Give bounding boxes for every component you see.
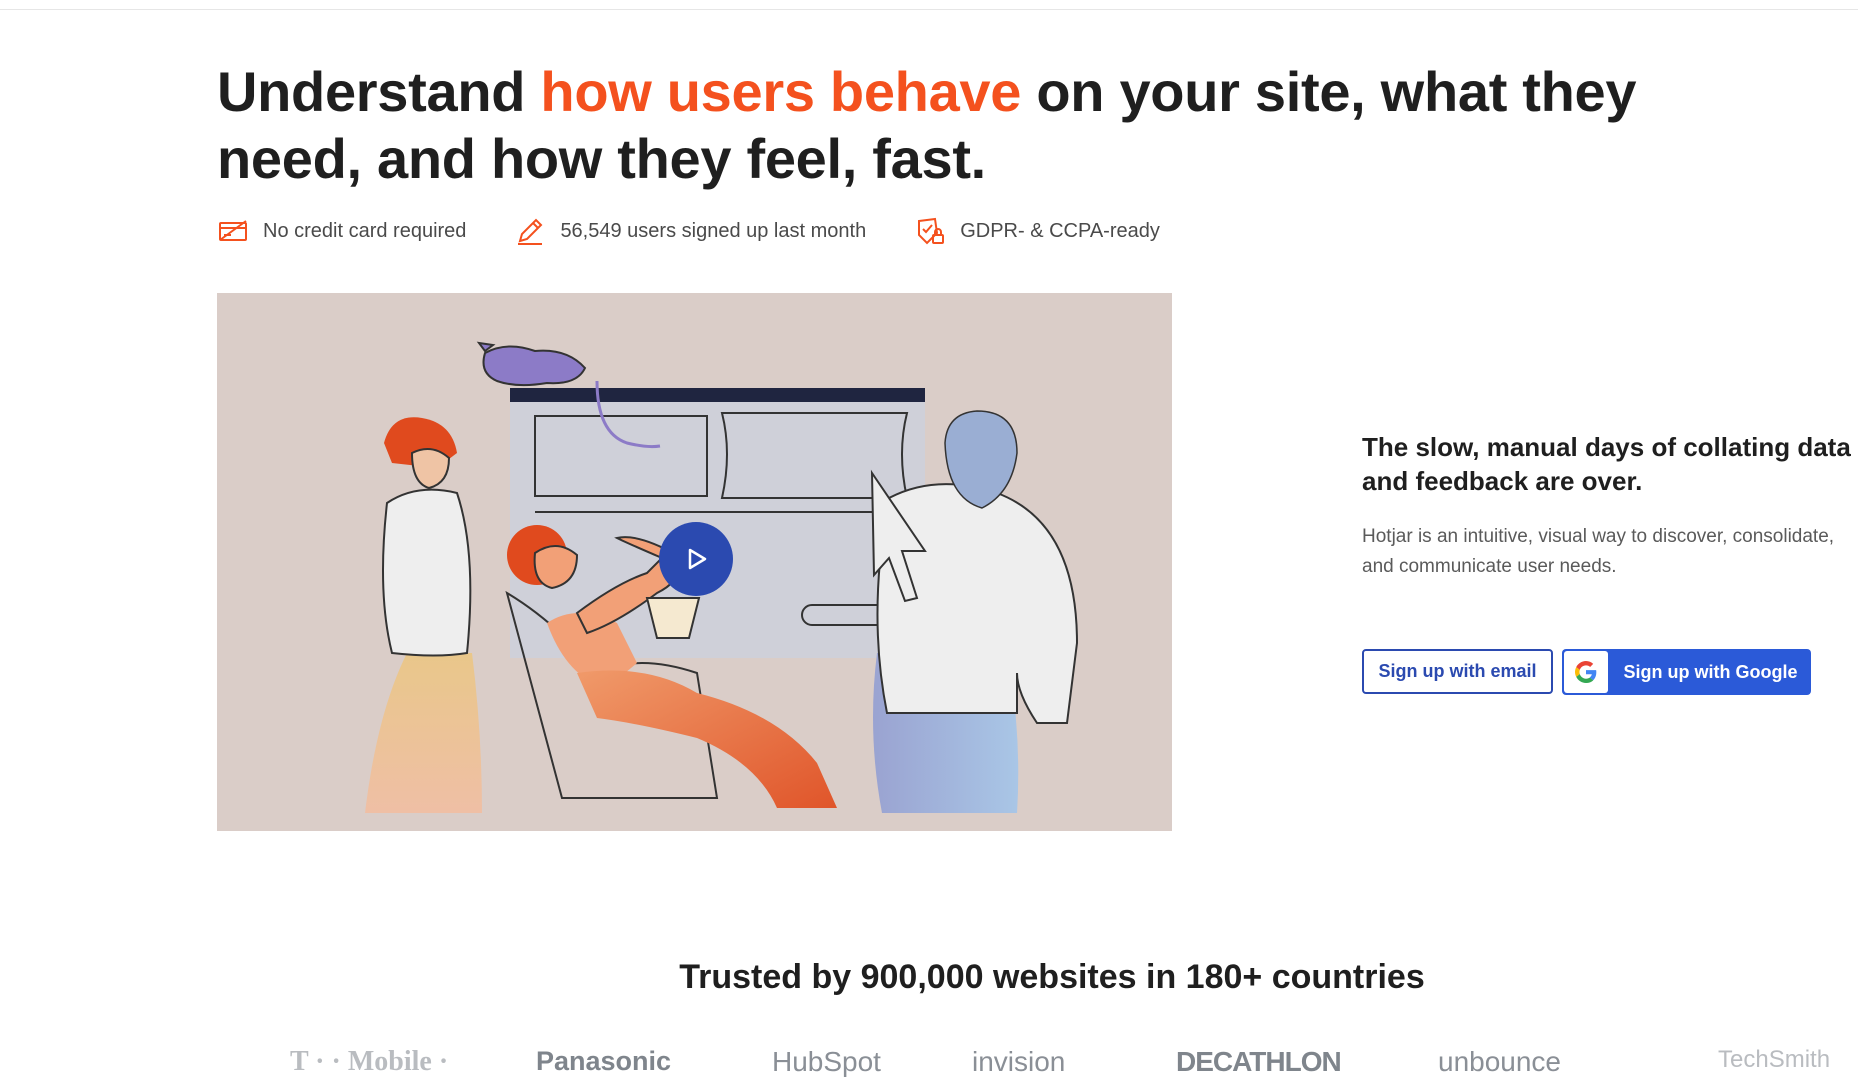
sign-up-email-label: Sign up with email	[1378, 661, 1537, 681]
trust-badges: No credit card required 56,549 users sig…	[217, 213, 1208, 249]
hero-title: Understand how users behave on your site…	[217, 58, 1717, 192]
logo-tmobile: T · · Mobile ·	[290, 1046, 449, 1077]
customer-logos: T · · Mobile · Panasonic HubSpot invisio…	[0, 1046, 1858, 1080]
logo-panasonic: Panasonic	[536, 1046, 672, 1076]
video-thumbnail[interactable]	[217, 293, 1172, 831]
side-heading: The slow, manual days of collating data …	[1362, 430, 1858, 498]
trusted-heading: Trusted by 900,000 websites in 180+ coun…	[679, 958, 1425, 996]
shield-lock-icon	[918, 217, 945, 245]
logo-invision: invision	[972, 1046, 1066, 1077]
badge-label: GDPR- & CCPA-ready	[960, 219, 1160, 242]
side-description-line: and communicate user needs.	[1362, 556, 1617, 577]
hero-title-part1: Understand	[217, 60, 541, 123]
side-description: Hotjar is an intuitive, visual way to di…	[1362, 522, 1858, 582]
side-heading-line: The slow, manual days of collating data	[1362, 432, 1851, 462]
pencil-icon	[518, 218, 543, 245]
logo-decathlon: DECATHLON	[1176, 1046, 1342, 1077]
side-heading-line: and feedback are over.	[1362, 466, 1643, 496]
sign-up-email-button[interactable]: Sign up with email	[1362, 649, 1553, 694]
credit-card-icon	[219, 220, 247, 241]
sign-up-google-label: Sign up with Google	[1623, 661, 1798, 682]
google-icon-box	[1564, 651, 1608, 693]
play-icon	[688, 548, 707, 570]
google-icon	[1575, 661, 1597, 683]
logo-unbounce: unbounce	[1438, 1046, 1562, 1077]
sign-up-google-button[interactable]: Sign up with Google	[1562, 649, 1811, 695]
badge-signups: 56,549 users signed up last month	[514, 215, 866, 247]
play-button[interactable]	[659, 522, 733, 596]
logo-hubspot: HubSpot	[772, 1046, 881, 1077]
badge-no-credit-card: No credit card required	[217, 215, 466, 247]
top-divider	[0, 0, 1858, 10]
logo-techsmith: TechSmith	[1718, 1046, 1831, 1073]
badge-label: No credit card required	[263, 219, 467, 242]
badge-gdpr: GDPR- & CCPA-ready	[914, 215, 1160, 247]
hero-title-accent: how users behave	[540, 60, 1022, 123]
badge-label: 56,549 users signed up last month	[560, 219, 867, 242]
side-description-line: Hotjar is an intuitive, visual way to di…	[1362, 526, 1835, 547]
